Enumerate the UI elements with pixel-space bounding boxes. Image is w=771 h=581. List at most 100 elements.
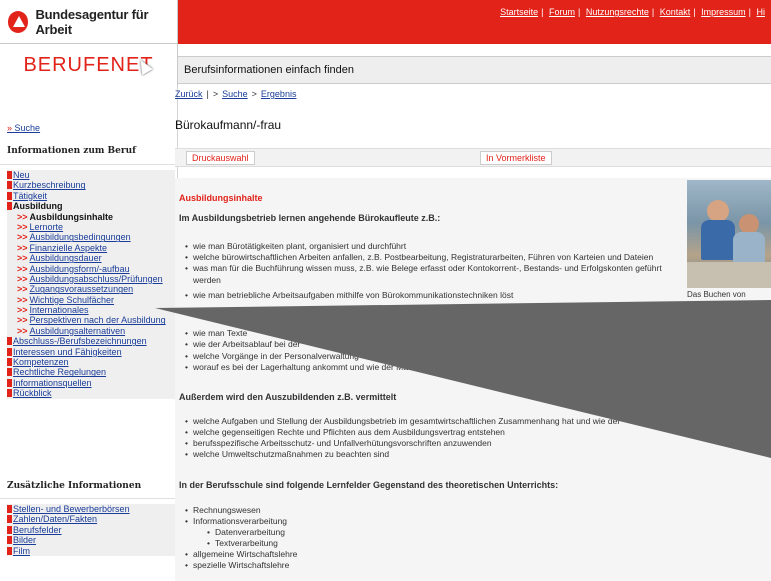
breadcrumb-result[interactable]: Ergebnis: [261, 89, 297, 99]
company-list-item: wie man Texte: [185, 328, 247, 338]
sidebar-additional-label: Stellen- und Bewerberbörsen: [13, 504, 130, 514]
sidebar-search-link[interactable]: » Suche: [7, 123, 40, 133]
sidebar-item-5[interactable]: >> Lernorte: [7, 222, 175, 232]
sidebar-item-label: Ausbildungsbedingungen: [29, 232, 131, 243]
sub-item-arrow-icon: >>: [17, 211, 28, 222]
sidebar-item-label: Ausbildungsform/-aufbau: [29, 263, 130, 274]
sidebar-item-label: Ausbildungsalternativen: [29, 325, 126, 336]
sidebar-item-21[interactable]: Rückblick: [7, 388, 175, 398]
photo-person-head: [739, 214, 759, 234]
additional-list-item: welche Aufgaben und Stellung der Ausbild…: [185, 416, 620, 426]
school-list-item: Textverarbeitung: [207, 538, 278, 548]
school-list-item: Datenverarbeitung: [207, 527, 285, 537]
red-square-bullet-icon: [7, 337, 12, 346]
sidebar-item-9[interactable]: >> Ausbildungsform/-aufbau: [7, 264, 175, 274]
sidebar-item-11[interactable]: >> Zugangsvoraussetzungen: [7, 284, 175, 294]
sub-item-arrow-icon: >>: [17, 253, 28, 264]
school-list-item: spezielle Wirtschaftslehre: [185, 560, 289, 570]
tagline-bar: Berufsinformationen einfach finden: [178, 56, 771, 84]
sidebar-item-12[interactable]: >> Wichtige Schulfächer: [7, 295, 175, 305]
training-photo[interactable]: [687, 180, 771, 288]
sidebar-nav-list: Neu Kurzbeschreibung Tätigkeit Ausbildung >>…: [7, 170, 175, 399]
top-link-hilfe[interactable]: Hi: [757, 7, 766, 17]
sidebar-item-label: Informationsquellen: [13, 377, 92, 388]
sidebar-item-14[interactable]: >> Perspektiven nach der Ausbildung: [7, 315, 175, 325]
sub-item-arrow-icon: >>: [17, 242, 28, 253]
sidebar-additional-item-2[interactable]: Berufsfelder: [7, 525, 175, 535]
sidebar-item-19[interactable]: Rechtliche Regelungen: [7, 367, 175, 377]
top-link-impressum[interactable]: Impressum: [701, 7, 746, 17]
red-square-bullet-icon: [7, 191, 12, 200]
red-square-bullet-icon: [7, 536, 12, 545]
photo-person-body: [701, 220, 735, 260]
sub-item-arrow-icon: >>: [17, 284, 28, 295]
action-bar: Druckauswahl In Vormerkliste: [175, 148, 771, 167]
add-to-watchlist-button[interactable]: In Vormerkliste: [480, 151, 552, 165]
additional-heading: Außerdem wird den Auszubildenden z.B. ve…: [179, 392, 397, 402]
sidebar-item-label: Ausbildungsabschluss/Prüfungen: [29, 273, 163, 284]
sidebar-item-18[interactable]: Kompetenzen: [7, 357, 175, 367]
sidebar-additional-list: Stellen- und Bewerberbörsen Zahlen/Daten/…: [7, 504, 175, 556]
top-link-nutzungsrechte[interactable]: Nutzungsrechte: [586, 7, 649, 17]
school-list-item: allgemeine Wirtschaftslehre: [185, 549, 297, 559]
sidebar-item-20[interactable]: Informationsquellen: [7, 378, 175, 388]
sidebar-additional-item-1[interactable]: Zahlen/Daten/Fakten: [7, 514, 175, 524]
sidebar-item-3[interactable]: Ausbildung: [7, 201, 175, 211]
sidebar-item-16[interactable]: Abschluss-/Berufsbezeichnungen: [7, 336, 175, 346]
top-link-forum[interactable]: Forum: [549, 7, 575, 17]
sidebar-additional-item-0[interactable]: Stellen- und Bewerberbörsen: [7, 504, 175, 514]
agency-name: Bundesagentur für Arbeit: [35, 6, 149, 37]
company-list-item: was man für die Buchführung wissen muss,…: [185, 263, 662, 273]
sidebar-item-4[interactable]: >> Ausbildungsinhalte: [7, 212, 175, 222]
school-heading: In der Berufsschule sind folgende Lernfe…: [179, 480, 559, 490]
breadcrumb-search[interactable]: Suche: [222, 89, 248, 99]
berufenet-logo[interactable]: BERUFENET: [0, 44, 178, 86]
sidebar-additional-label: Berufsfelder: [13, 524, 62, 535]
page-title: Bürokaufmann/-frau: [175, 118, 282, 132]
sidebar-item-17[interactable]: Interessen und Fähigkeiten: [7, 347, 175, 357]
tagline: Berufsinformationen einfach finden: [184, 64, 354, 76]
sidebar-item-1[interactable]: Kurzbeschreibung: [7, 180, 175, 190]
photo-caption: Das Buchen von: [687, 290, 746, 299]
sidebar-item-label: Interessen und Fähigkeiten: [13, 346, 122, 357]
sidebar-additional-item-4[interactable]: Film: [7, 546, 175, 556]
school-list-item: Informationsverarbeitung: [185, 516, 287, 526]
sidebar-item-15[interactable]: >> Ausbildungsalternativen: [7, 326, 175, 336]
sidebar-item-8[interactable]: >> Ausbildungsdauer: [7, 253, 175, 263]
sidebar-item-7[interactable]: >> Finanzielle Aspekte: [7, 243, 175, 253]
top-link-startseite[interactable]: Startseite: [500, 7, 538, 17]
company-heading: Im Ausbildungsbetrieb lernen angehende B…: [179, 213, 441, 223]
company-list-item: wie man Bürotätigkeiten plant, organisie…: [185, 241, 406, 251]
company-list-item: werden: [193, 275, 221, 285]
sidebar: » Suche Informationen zum Beruf Neu Kurzb…: [0, 86, 178, 581]
sidebar-divider: [0, 498, 178, 499]
sidebar-additional-item-3[interactable]: Bilder: [7, 535, 175, 545]
sidebar-item-13[interactable]: >> Internationales: [7, 305, 175, 315]
sidebar-item-6[interactable]: >> Ausbildungsbedingungen: [7, 232, 175, 242]
sidebar-additional-label: Bilder: [13, 535, 37, 546]
sidebar-item-2[interactable]: Tätigkeit: [7, 191, 175, 201]
school-list-item: Rechnungswesen: [185, 505, 261, 515]
red-square-bullet-icon: [7, 347, 12, 356]
agency-logo[interactable]: Bundesagentur für Arbeit: [0, 0, 178, 44]
agency-logo-icon: [8, 10, 29, 33]
sidebar-item-label: Lernorte: [29, 221, 64, 232]
top-nav: Startseite | Forum | Nutzungsrechte | Konta…: [500, 7, 765, 17]
breadcrumb-back[interactable]: Zurück: [175, 89, 203, 99]
sub-item-arrow-icon: >>: [17, 263, 28, 274]
sidebar-divider: [0, 164, 178, 165]
red-square-bullet-icon: [7, 525, 12, 534]
sidebar-item-10[interactable]: >> Ausbildungsabschluss/Prüfungen: [7, 274, 175, 284]
sidebar-additional-label: Film: [13, 545, 30, 556]
company-list-item: welche Vorgänge in der Personalverwaltun…: [185, 351, 359, 361]
red-square-bullet-icon: [7, 181, 12, 190]
sidebar-item-0[interactable]: Neu: [7, 170, 175, 180]
top-link-kontakt[interactable]: Kontakt: [660, 7, 691, 17]
sub-item-arrow-icon: >>: [17, 273, 28, 284]
sidebar-item-label: Tätigkeit: [13, 190, 48, 201]
photo-person-head: [707, 200, 729, 222]
red-square-bullet-icon: [7, 546, 12, 555]
sidebar-item-label: Zugangsvoraussetzungen: [29, 284, 134, 295]
print-selection-button[interactable]: Druckauswahl: [186, 151, 255, 165]
sidebar-item-label: Abschluss-/Berufsbezeichnungen: [13, 336, 147, 347]
